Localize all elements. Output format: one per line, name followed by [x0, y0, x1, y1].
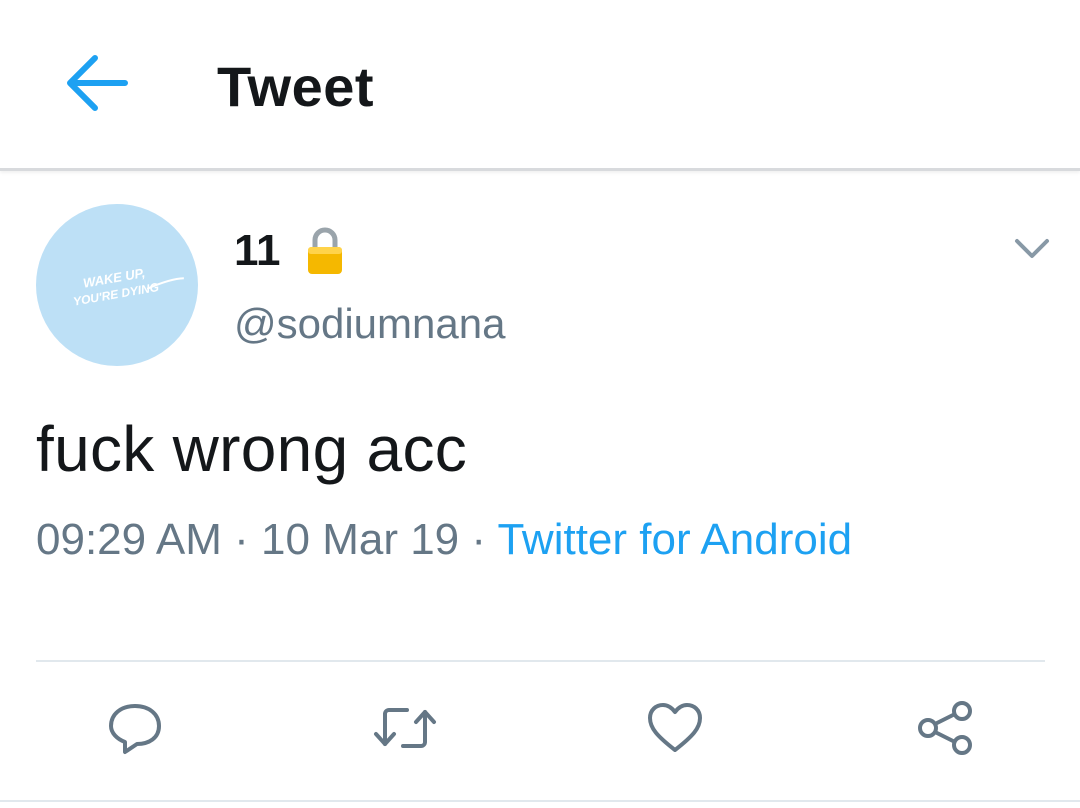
like-button[interactable] — [643, 696, 707, 760]
display-name[interactable]: 11 — [234, 226, 281, 276]
avatar-artwork: WAKE UP, YOU'RE DYING — [72, 265, 184, 309]
user-handle[interactable]: @sodiumnana — [234, 300, 505, 348]
back-button[interactable] — [56, 48, 136, 118]
share-button[interactable] — [913, 696, 977, 760]
tweet-source-link[interactable]: Twitter for Android — [497, 515, 852, 564]
tweet-meta: 09:29 AM · 10 Mar 19 · Twitter for Andro… — [36, 515, 852, 565]
page-title: Tweet — [217, 55, 375, 118]
divider — [36, 660, 1045, 662]
more-options-button[interactable] — [1008, 232, 1056, 266]
share-icon — [918, 701, 972, 755]
reply-button[interactable] — [103, 696, 167, 760]
avatar[interactable]: WAKE UP, YOU'RE DYING — [36, 204, 198, 366]
comment-icon — [109, 704, 161, 754]
retweet-icon — [374, 708, 436, 748]
lock-icon — [308, 227, 342, 274]
divider — [0, 800, 1080, 802]
tweet-time: 09:29 AM — [36, 515, 222, 564]
heart-icon — [648, 703, 702, 752]
meta-separator: · — [471, 515, 487, 564]
app-header: Tweet — [0, 0, 1080, 171]
meta-separator: · — [234, 515, 249, 564]
retweet-button[interactable] — [373, 696, 437, 760]
tweet-date: 10 Mar 19 — [261, 515, 460, 564]
arrow-left-icon — [67, 55, 128, 111]
chevron-down-icon — [1015, 239, 1049, 258]
tweet-text: fuck wrong acc — [36, 413, 468, 485]
